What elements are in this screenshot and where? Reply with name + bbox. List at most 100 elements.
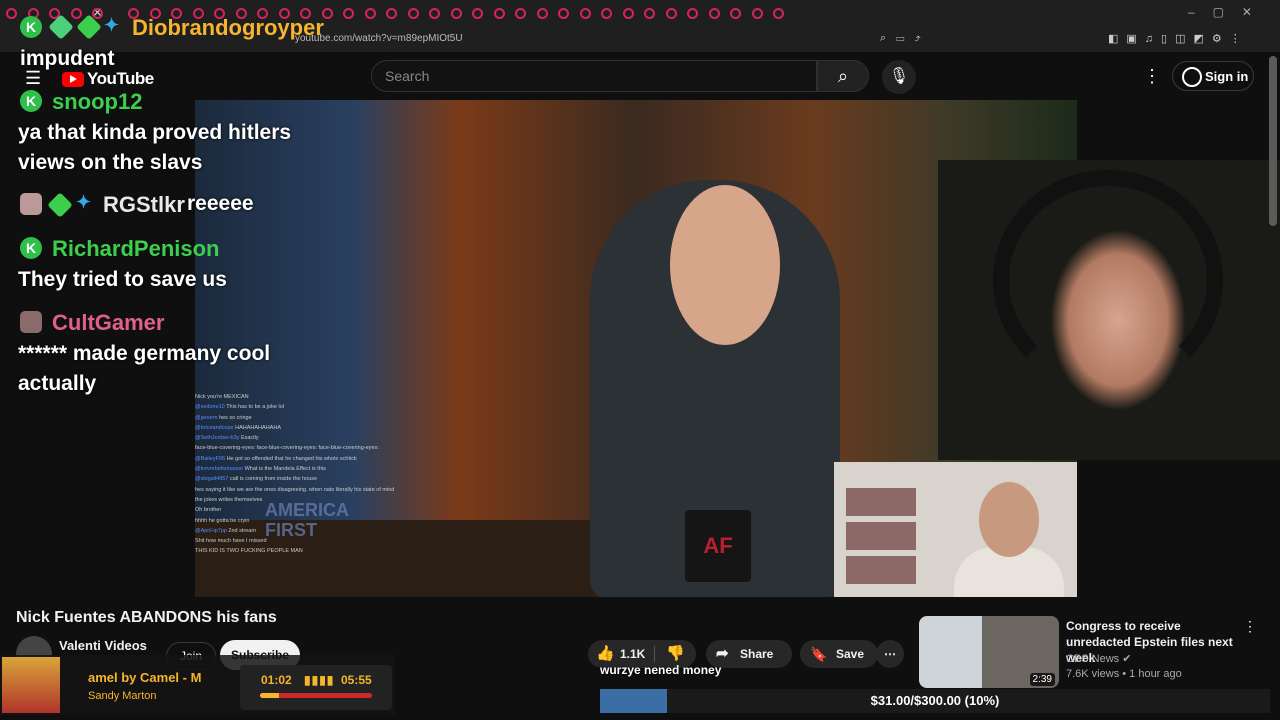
browser-tab-icon[interactable] [429,8,440,19]
embedded-chat-line: @trevorbettsmason What is the Mandela Ef… [195,464,495,474]
video-duration: 2:39 [1029,673,1055,686]
chat-username: CultGamer [52,310,165,335]
share-label: Share [740,647,774,661]
browser-tab-icon[interactable] [6,8,17,19]
page-scrollbar[interactable] [1269,56,1277,226]
browser-tab-icon[interactable] [343,8,354,19]
guest-webcam [834,462,1077,597]
browser-tab-icon[interactable] [665,8,677,19]
embedded-chat-line: hhhh he gotta be cryin [195,516,495,526]
search-icon: ⌕ [837,66,849,86]
account-icon [1182,67,1202,87]
browser-tab-icon[interactable] [364,8,376,19]
embedded-chat-text: hes saying it like we are the ones disag… [195,486,395,493]
af-mug: AF [685,510,751,582]
sign-in-button[interactable]: Sign in [1172,61,1254,91]
embedded-chat-user: @SethJordan-b3y [195,435,241,442]
embedded-chat-user: @sedone10 [195,404,227,411]
song-artist: Sandy Marton [88,690,157,702]
wall-posters [846,484,916,584]
embedded-chat-line: THIS KID IS TWO FUCKING PEOPLE MAN [195,546,495,556]
browser-tab-icon[interactable] [730,8,741,19]
subscriber-badge-icon: K [20,90,42,112]
donation-goal-text: $31.00/$300.00 (10%) [870,693,1000,708]
donation-goal-bar: $31.00/$300.00 (10%) [600,689,1270,713]
embedded-chat-text: He got so offended that he changed his w… [226,455,357,462]
address-bar-icons[interactable]: ⌕▭⤴ [880,32,931,45]
song-total-time: 05:55 [341,673,372,687]
embedded-chat-text: HAHAHAHAHAHA [235,424,281,431]
chat-message: impudent [20,47,115,70]
recommended-more-icon[interactable]: ⋮ [1243,618,1257,635]
chat-username: RichardPenison [52,236,220,261]
subscriber-badge-icon: K [20,237,42,259]
browser-tab-icon[interactable] [386,8,397,19]
now-playing-widget: amel by Camel - M Sandy Marton 01:02 ▮▮▮… [0,655,395,715]
browser-tab-icon[interactable] [407,8,419,19]
embedded-chat-line: @BaileyF96 He got so offended that he ch… [195,454,495,464]
video-host-face [670,185,780,345]
headphones [993,170,1223,390]
browser-tab-icon[interactable] [472,8,483,19]
search-input[interactable]: Search [371,60,817,92]
embedded-chat-text: THIS KID IS TWO FUCKING PEOPLE MAN [195,548,303,555]
embedded-chat-user: @BaileyF96 [195,455,227,462]
youtube-header: ☰ YouTube Search ⌕ 🎙 ⋮ Sign in [0,52,1280,100]
verified-icon: ✔ [1122,653,1132,665]
browser-tab-icon[interactable] [751,8,763,19]
browser-tab-icon[interactable] [622,8,634,19]
extension-icons[interactable]: ◧▣♫▯◫◩⚙⋮ [1108,32,1249,45]
browser-tab-icon[interactable] [536,8,548,19]
browser-tab-icon[interactable] [558,8,569,19]
bookmark-icon: 🔖 [810,646,828,662]
recommended-video-channel[interactable]: CBS News ✔ [1066,652,1131,665]
window-controls[interactable]: –▢✕ [1188,5,1270,19]
embedded-chat-user: @April-ip7pp [195,527,229,534]
chat-message: ****** made germany cool actually [18,342,271,395]
streamer-webcam [938,160,1280,460]
stream-caption: wurzye nened money [600,663,722,677]
embedded-chat-line: Oh brother [195,505,495,515]
embedded-chat-user: @briceandcope [195,424,236,431]
browser-tab-icon[interactable] [601,8,612,19]
chat-username: snoop12 [52,89,143,114]
browser-tab-icon[interactable] [450,8,462,19]
embedded-chat-user: @trevorbettsmason [195,466,245,473]
album-art [2,657,60,713]
browser-tab-icon[interactable] [493,8,505,19]
embedded-chat-text: Exactly [240,435,259,442]
browser-tab-icon[interactable] [708,8,720,19]
user-badge-icon [20,193,42,215]
chat-message: reeeee [187,192,254,215]
embedded-chat-line: face-blue-covering-eyes: face-blue-cover… [195,443,495,453]
more-actions-button[interactable]: ⋯ [876,640,904,668]
more-horizontal-icon: ⋯ [884,647,896,661]
browser-tab-icon[interactable] [579,8,591,19]
save-button[interactable]: 🔖 Save [800,640,878,668]
browser-tab-icon[interactable] [687,8,698,19]
browser-tab-icon[interactable] [644,8,655,19]
recommended-channel-name: CBS News [1066,653,1120,665]
browser-tab-icon[interactable] [773,8,784,19]
microphone-icon: 🎙 [888,68,910,85]
song-progress-fill [260,693,280,698]
embedded-chat-text: Shit how much have I missed [195,538,267,545]
embedded-chat-text: face-blue-covering-eyes: face-blue-cover… [195,445,379,452]
chat-message: They tried to save us [18,268,227,291]
embedded-chat-text: hhhh he gotta be cryin [195,517,250,524]
search-button[interactable]: ⌕ [817,60,869,92]
voice-search-button[interactable]: 🎙 [882,60,916,94]
song-current-time: 01:02 [261,673,292,687]
embedded-chat-line: @sedone10 This has to be a joke lol [195,402,495,412]
recommended-video-meta: 7.6K views • 1 hour ago [1066,668,1182,680]
browser-tab-icon[interactable] [70,8,82,19]
browser-tab-icon[interactable] [515,8,526,19]
channel-name[interactable]: Valenti Videos [59,638,147,653]
recommended-video-thumbnail[interactable]: 2:39 [919,616,1059,688]
more-options-icon[interactable]: ⋮ [1143,66,1161,87]
subscriber-badge-icon: K [20,16,42,38]
gem-badge-icon [47,192,73,218]
browser-tab-icon[interactable] [92,8,103,19]
guest-face [979,482,1039,557]
like-divider [654,646,655,662]
